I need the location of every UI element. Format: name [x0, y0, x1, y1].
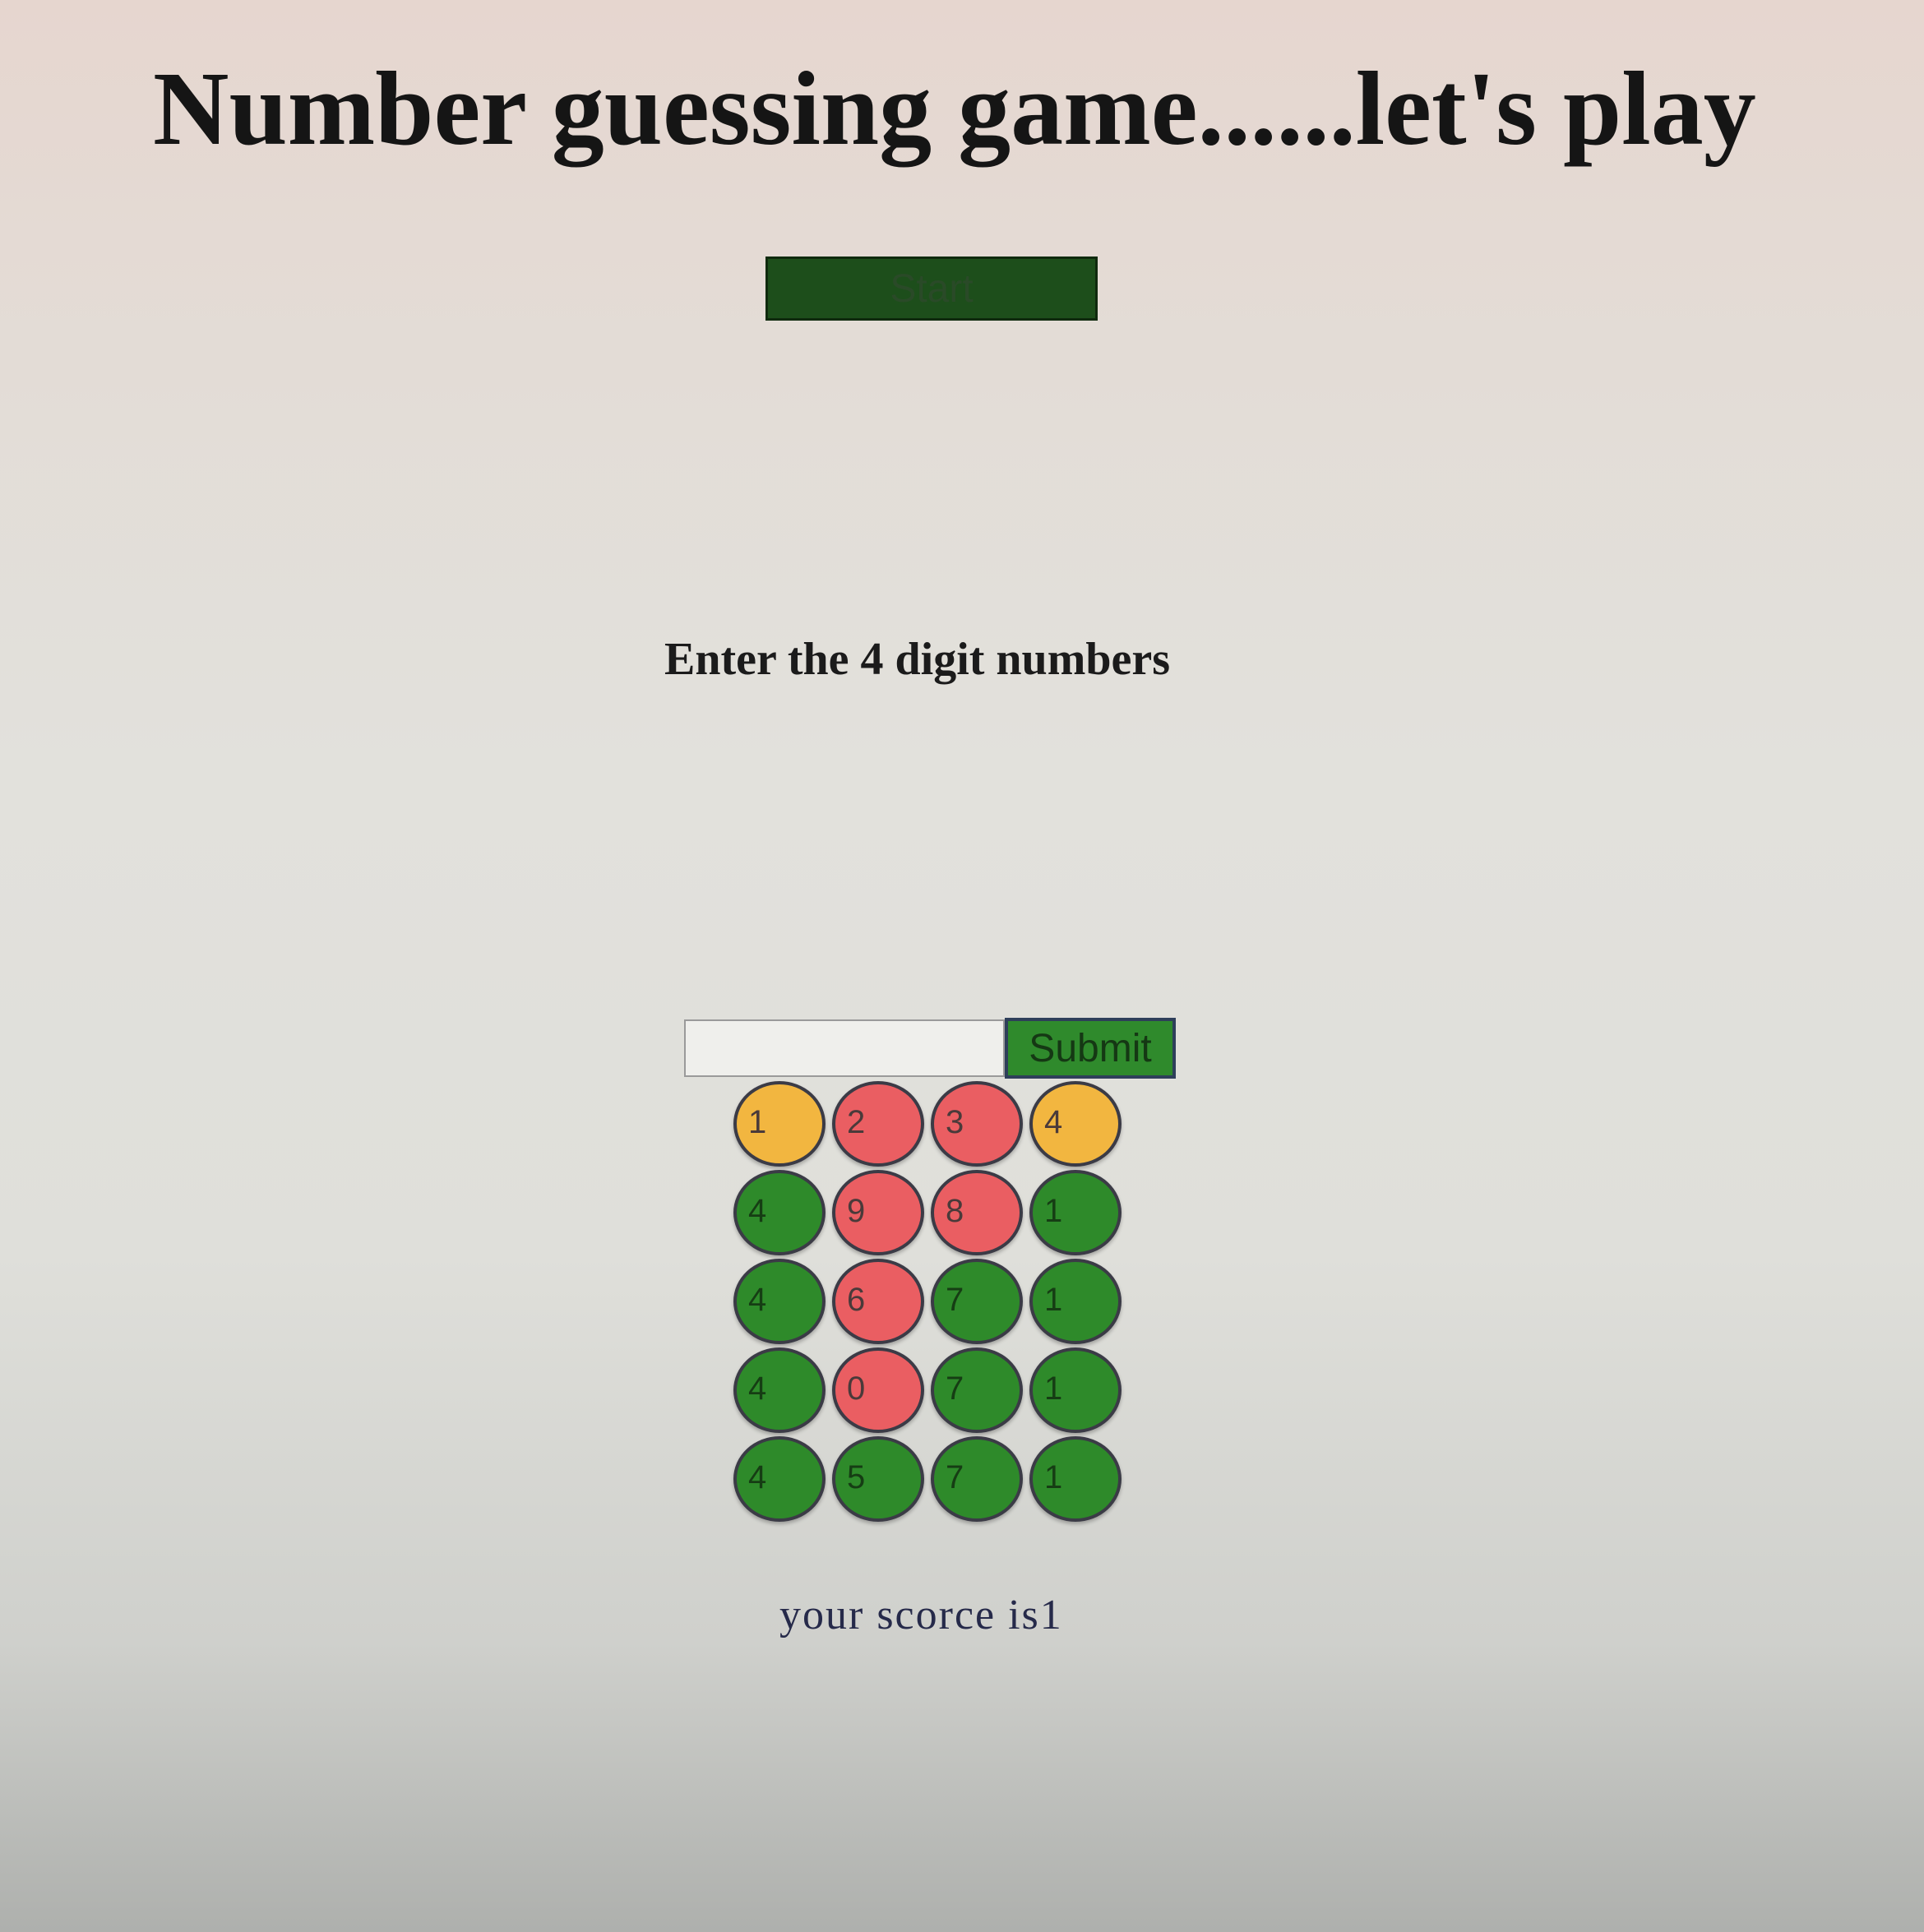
digit-ball: 1	[1029, 1170, 1122, 1255]
guess-row: 4 9 8 1	[733, 1170, 1128, 1259]
digit-label: 1	[1044, 1193, 1063, 1229]
digit-ball: 7	[931, 1436, 1023, 1522]
digit-ball: 9	[832, 1170, 924, 1255]
start-button[interactable]: Start	[765, 257, 1098, 321]
digit-ball: 2	[832, 1081, 924, 1167]
digit-ball: 4	[733, 1170, 826, 1255]
submit-button[interactable]: Submit	[1005, 1018, 1176, 1079]
guess-input[interactable]	[684, 1019, 1005, 1077]
digit-label: 4	[748, 1459, 767, 1495]
digit-ball: 3	[931, 1081, 1023, 1167]
digit-label: 3	[946, 1104, 964, 1140]
digit-ball: 7	[931, 1259, 1023, 1344]
guess-row: 4 5 7 1	[733, 1436, 1128, 1525]
digit-label: 7	[946, 1370, 964, 1407]
digit-label: 7	[946, 1282, 964, 1318]
digit-label: 1	[748, 1104, 767, 1140]
digit-ball: 1	[733, 1081, 826, 1167]
digit-ball: 4	[733, 1347, 826, 1433]
digit-ball: 4	[733, 1259, 826, 1344]
digit-ball: 1	[1029, 1347, 1122, 1433]
digit-label: 4	[748, 1370, 767, 1407]
digit-label: 9	[847, 1193, 866, 1229]
guess-row: 1 2 3 4	[733, 1081, 1128, 1170]
digit-label: 1	[1044, 1282, 1063, 1318]
digit-label: 0	[847, 1370, 866, 1407]
digit-ball: 6	[832, 1259, 924, 1344]
digit-label: 2	[847, 1104, 866, 1140]
digit-label: 1	[1044, 1459, 1063, 1495]
digit-ball: 0	[832, 1347, 924, 1433]
digit-label: 8	[946, 1193, 964, 1229]
digit-label: 4	[748, 1193, 767, 1229]
digit-ball: 1	[1029, 1259, 1122, 1344]
guess-row: 4 0 7 1	[733, 1347, 1128, 1436]
digit-label: 1	[1044, 1370, 1063, 1407]
digit-label: 4	[1044, 1104, 1063, 1140]
digit-label: 7	[946, 1459, 964, 1495]
digit-label: 5	[847, 1459, 866, 1495]
digit-ball: 7	[931, 1347, 1023, 1433]
instruction-text: Enter the 4 digit numbers	[664, 634, 1170, 685]
guess-board: 12344981467140714571	[733, 1081, 1128, 1525]
digit-ball: 8	[931, 1170, 1023, 1255]
digit-ball: 4	[1029, 1081, 1122, 1167]
page-title: Number guessing game......let's play	[153, 50, 1756, 167]
digit-ball: 1	[1029, 1436, 1122, 1522]
guess-row: 4 6 7 1	[733, 1259, 1128, 1347]
digit-label: 6	[847, 1282, 866, 1318]
score-text: your scorce is1	[779, 1592, 1063, 1639]
digit-label: 4	[748, 1282, 767, 1318]
digit-ball: 4	[733, 1436, 826, 1522]
digit-ball: 5	[832, 1436, 924, 1522]
